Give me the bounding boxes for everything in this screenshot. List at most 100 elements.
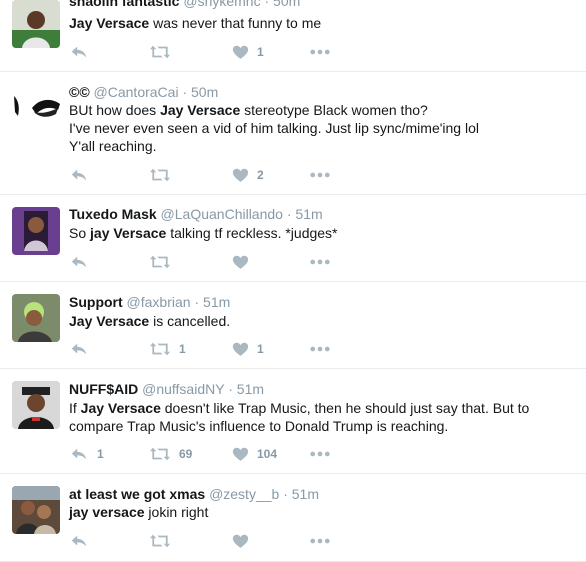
retweet-button[interactable]: 69 xyxy=(149,444,192,464)
tweet-actions: 1 69 104 xyxy=(69,444,369,464)
avatar[interactable] xyxy=(12,0,60,48)
retweet-button[interactable] xyxy=(149,252,179,272)
tweet[interactable]: shaolin fantastic @shykemnc · 50m Jay Ve… xyxy=(0,0,586,72)
tweet[interactable]: NUFF$AID @nuffsaidNY · 51m If Jay Versac… xyxy=(0,369,586,474)
tweet-header: at least we got xmas @zesty__b · 51m xyxy=(69,485,319,503)
more-icon xyxy=(310,345,330,353)
tweet-header: NUFF$AID @nuffsaidNY · 51m xyxy=(69,380,264,398)
retweet-icon xyxy=(149,532,171,550)
tweet[interactable]: ©© @CantoraCai · 50m BUt how does Jay Ve… xyxy=(0,72,586,195)
reply-button[interactable] xyxy=(69,339,97,359)
tweet-text: So jay Versace talking tf reckless. *jud… xyxy=(69,225,338,241)
like-button[interactable] xyxy=(232,531,257,551)
retweet-icon xyxy=(149,340,171,358)
user-name[interactable]: Support xyxy=(69,294,123,310)
tweet-actions xyxy=(69,252,369,272)
user-name[interactable]: shaolin fantastic xyxy=(69,0,179,9)
search-highlight: Jay Versace xyxy=(69,15,150,31)
user-handle[interactable]: @CantoraCai xyxy=(94,84,179,100)
user-name[interactable]: ©© xyxy=(69,84,90,100)
text-line: compare Trap Music's influence to Donald… xyxy=(69,418,449,434)
timestamp[interactable]: 51m xyxy=(203,294,230,310)
retweet-button[interactable] xyxy=(149,165,179,185)
reply-count: 1 xyxy=(97,447,104,461)
user-name[interactable]: at least we got xmas xyxy=(69,486,205,502)
retweet-icon xyxy=(149,445,171,463)
retweet-button[interactable] xyxy=(149,531,179,551)
user-handle[interactable]: @shykemnc xyxy=(183,0,260,9)
more-icon xyxy=(310,171,330,179)
like-count: 104 xyxy=(257,447,278,461)
user-handle[interactable]: @faxbrian xyxy=(127,294,191,310)
reply-icon xyxy=(69,166,89,184)
heart-icon xyxy=(232,254,249,271)
heart-icon xyxy=(232,533,249,550)
user-handle[interactable]: @zesty__b xyxy=(209,486,279,502)
separator: · xyxy=(264,0,270,9)
more-button[interactable] xyxy=(310,165,330,185)
tweet-text: BUt how does Jay Versace stereotype Blac… xyxy=(69,101,569,155)
separator: · xyxy=(182,84,188,100)
reply-button[interactable] xyxy=(69,42,97,62)
tweet-text: If Jay Versace doesn't like Trap Music, … xyxy=(69,399,569,435)
avatar[interactable] xyxy=(12,86,60,134)
text-line: BUt how does Jay Versace stereotype Blac… xyxy=(69,102,428,118)
retweet-button[interactable] xyxy=(149,42,179,62)
timestamp[interactable]: 50m xyxy=(273,0,300,9)
separator: · xyxy=(286,206,292,222)
search-highlight: Jay Versace xyxy=(160,102,241,118)
avatar[interactable] xyxy=(12,207,60,255)
more-icon xyxy=(310,48,330,56)
retweet-icon xyxy=(149,253,171,271)
tweet[interactable]: Support @faxbrian · 51m Jay Versace is c… xyxy=(0,282,586,369)
like-button[interactable]: 2 xyxy=(232,165,264,185)
reply-button[interactable]: 1 xyxy=(69,444,104,464)
more-button[interactable] xyxy=(310,252,330,272)
user-handle[interactable]: @LaQuanChillando xyxy=(161,206,283,222)
reply-button[interactable] xyxy=(69,531,97,551)
search-highlight: jay versace xyxy=(69,504,145,520)
reply-icon xyxy=(69,445,89,463)
tweet-header: Tuxedo Mask @LaQuanChillando · 51m xyxy=(69,205,323,223)
reply-button[interactable] xyxy=(69,165,97,185)
tweet-actions: 2 xyxy=(69,165,369,185)
timestamp[interactable]: 50m xyxy=(191,84,218,100)
text-line: Y'all reaching. xyxy=(69,138,157,154)
avatar[interactable] xyxy=(12,294,60,342)
more-button[interactable] xyxy=(310,531,330,551)
heart-icon xyxy=(232,341,249,358)
avatar[interactable] xyxy=(12,486,60,534)
timestamp[interactable]: 51m xyxy=(295,206,322,222)
separator: · xyxy=(228,381,233,397)
more-button[interactable] xyxy=(310,444,330,464)
reply-icon xyxy=(69,532,89,550)
retweet-button[interactable]: 1 xyxy=(149,339,186,359)
heart-icon xyxy=(232,446,249,463)
search-highlight: jay Versace xyxy=(90,225,167,241)
tweet-actions: 1 xyxy=(69,42,369,62)
like-button[interactable]: 104 xyxy=(232,444,277,464)
reply-button[interactable] xyxy=(69,252,97,272)
user-handle[interactable]: @nuffsaidNY xyxy=(142,381,224,397)
tweet[interactable]: Tuxedo Mask @LaQuanChillando · 51m So ja… xyxy=(0,195,586,282)
like-button[interactable]: 1 xyxy=(232,339,264,359)
user-name[interactable]: Tuxedo Mask xyxy=(69,206,157,222)
reply-icon xyxy=(69,340,89,358)
retweet-icon xyxy=(149,166,171,184)
more-button[interactable] xyxy=(310,339,330,359)
more-icon xyxy=(310,258,330,266)
tweet-actions xyxy=(69,531,369,551)
user-name[interactable]: NUFF$AID xyxy=(69,381,138,397)
avatar[interactable] xyxy=(12,381,60,429)
like-count: 1 xyxy=(257,342,264,356)
retweet-count: 1 xyxy=(179,342,186,356)
timestamp[interactable]: 51m xyxy=(292,486,319,502)
heart-icon xyxy=(232,167,249,184)
timestamp[interactable]: 51m xyxy=(237,381,264,397)
separator: · xyxy=(283,486,288,502)
like-button[interactable] xyxy=(232,252,257,272)
text-line: If Jay Versace doesn't like Trap Music, … xyxy=(69,400,530,416)
like-button[interactable]: 1 xyxy=(232,42,264,62)
more-button[interactable] xyxy=(310,42,330,62)
tweet[interactable]: at least we got xmas @zesty__b · 51m jay… xyxy=(0,474,586,562)
